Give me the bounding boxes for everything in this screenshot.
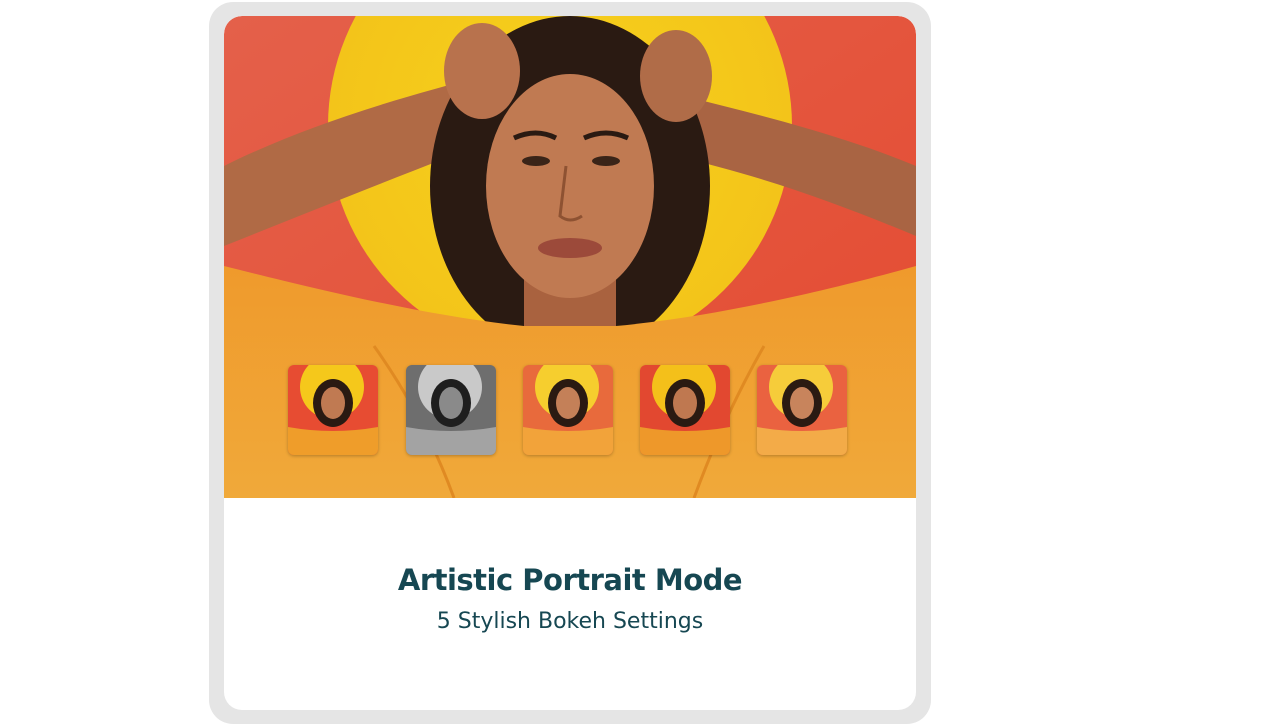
bokeh-thumbnail-3[interactable]: [523, 365, 613, 455]
bokeh-thumbnail-1[interactable]: [288, 365, 378, 455]
bokeh-thumbnail-strip: [288, 365, 848, 455]
card-subtitle: 5 Stylish Bokeh Settings: [436, 609, 704, 634]
bokeh-thumbnail-4[interactable]: [640, 365, 730, 455]
bokeh-thumbnail-5[interactable]: [757, 365, 847, 455]
card-caption: Artistic Portrait Mode 5 Stylish Bokeh S…: [224, 498, 916, 710]
bokeh-thumbnail-2[interactable]: [406, 365, 496, 455]
card-frame: Artistic Portrait Mode 5 Stylish Bokeh S…: [209, 2, 931, 724]
feature-card: Artistic Portrait Mode 5 Stylish Bokeh S…: [224, 16, 916, 710]
card-title: Artistic Portrait Mode: [397, 563, 743, 597]
